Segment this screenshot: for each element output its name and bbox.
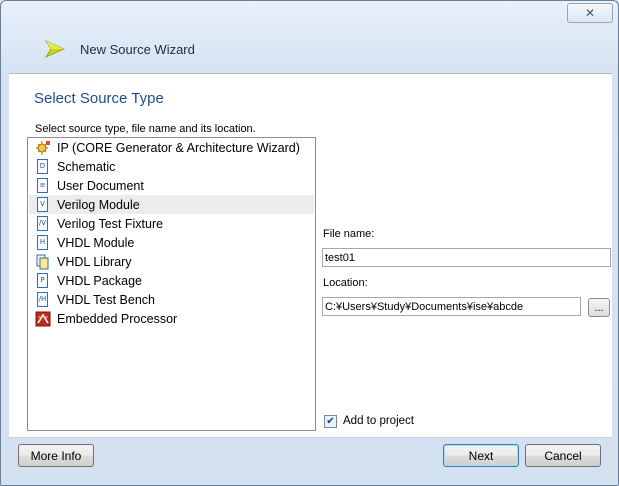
source-type-item-embedded-processor[interactable]: Embedded Processor xyxy=(29,309,314,328)
browse-button[interactable]: ... xyxy=(588,298,610,317)
verilog-module-icon: V xyxy=(35,196,51,213)
source-type-item-vhdl-test-bench[interactable]: /H VHDL Test Bench xyxy=(29,290,314,309)
source-type-item-ip[interactable]: IP (CORE Generator & Architecture Wizard… xyxy=(29,138,314,157)
next-button[interactable]: Next xyxy=(443,444,519,467)
source-type-label: Embedded Processor xyxy=(57,311,178,326)
source-type-label: Verilog Test Fixture xyxy=(57,216,164,231)
location-label: Location: xyxy=(323,277,368,289)
ip-core-icon xyxy=(35,140,51,156)
page-title: Select Source Type xyxy=(34,90,164,107)
user-document-icon: ≡ xyxy=(35,177,51,194)
location-field[interactable]: C:¥Users¥Study¥Documents¥ise¥abcde xyxy=(322,297,581,316)
window-title: New Source Wizard xyxy=(80,42,195,57)
close-button[interactable]: ✕ xyxy=(567,3,613,23)
schematic-icon: D xyxy=(35,158,51,175)
vhdl-library-icon xyxy=(35,254,51,270)
vhdl-module-icon: H xyxy=(35,234,51,251)
wizard-content: Select Source Type Select source type, f… xyxy=(9,73,612,438)
vhdl-test-bench-icon: /H xyxy=(35,291,51,308)
source-type-item-verilog-test-fixture[interactable]: /V Verilog Test Fixture xyxy=(29,214,314,233)
add-to-project-label: Add to project xyxy=(343,415,414,427)
source-type-item-schematic[interactable]: D Schematic xyxy=(29,157,314,176)
source-type-label: VHDL Test Bench xyxy=(57,292,155,307)
instruction-text: Select source type, file name and its lo… xyxy=(35,123,256,135)
source-type-label: User Document xyxy=(57,178,144,193)
source-type-item-vhdl-package[interactable]: P VHDL Package xyxy=(29,271,314,290)
source-type-list[interactable]: IP (CORE Generator & Architecture Wizard… xyxy=(27,137,316,431)
cancel-button[interactable]: Cancel xyxy=(525,444,601,467)
add-to-project-checkbox[interactable]: ✔ xyxy=(324,415,337,428)
source-type-label: VHDL Library xyxy=(57,254,132,269)
file-name-field[interactable]: test01 xyxy=(322,248,611,267)
more-info-button[interactable]: More Info xyxy=(18,444,94,467)
wizard-window: ✕ New Source Wizard Select Source Type S… xyxy=(0,0,619,486)
source-type-item-verilog-module[interactable]: V Verilog Module xyxy=(29,195,314,214)
xilinx-wizard-icon xyxy=(44,40,65,58)
source-type-item-vhdl-library[interactable]: VHDL Library xyxy=(29,252,314,271)
vhdl-package-icon: P xyxy=(35,272,51,289)
source-type-label: Schematic xyxy=(57,159,116,174)
source-type-item-vhdl-module[interactable]: H VHDL Module xyxy=(29,233,314,252)
source-type-label: VHDL Module xyxy=(57,235,135,250)
source-type-label: Verilog Module xyxy=(57,197,140,212)
source-type-label: IP (CORE Generator & Architecture Wizard… xyxy=(57,140,300,155)
source-type-item-user-document[interactable]: ≡ User Document xyxy=(29,176,314,195)
embedded-processor-icon xyxy=(35,311,51,327)
close-icon: ✕ xyxy=(584,6,596,20)
verilog-test-fixture-icon: /V xyxy=(35,215,51,232)
source-type-label: VHDL Package xyxy=(57,273,142,288)
file-name-label: File name: xyxy=(323,228,375,240)
checkmark-icon: ✔ xyxy=(326,416,335,427)
